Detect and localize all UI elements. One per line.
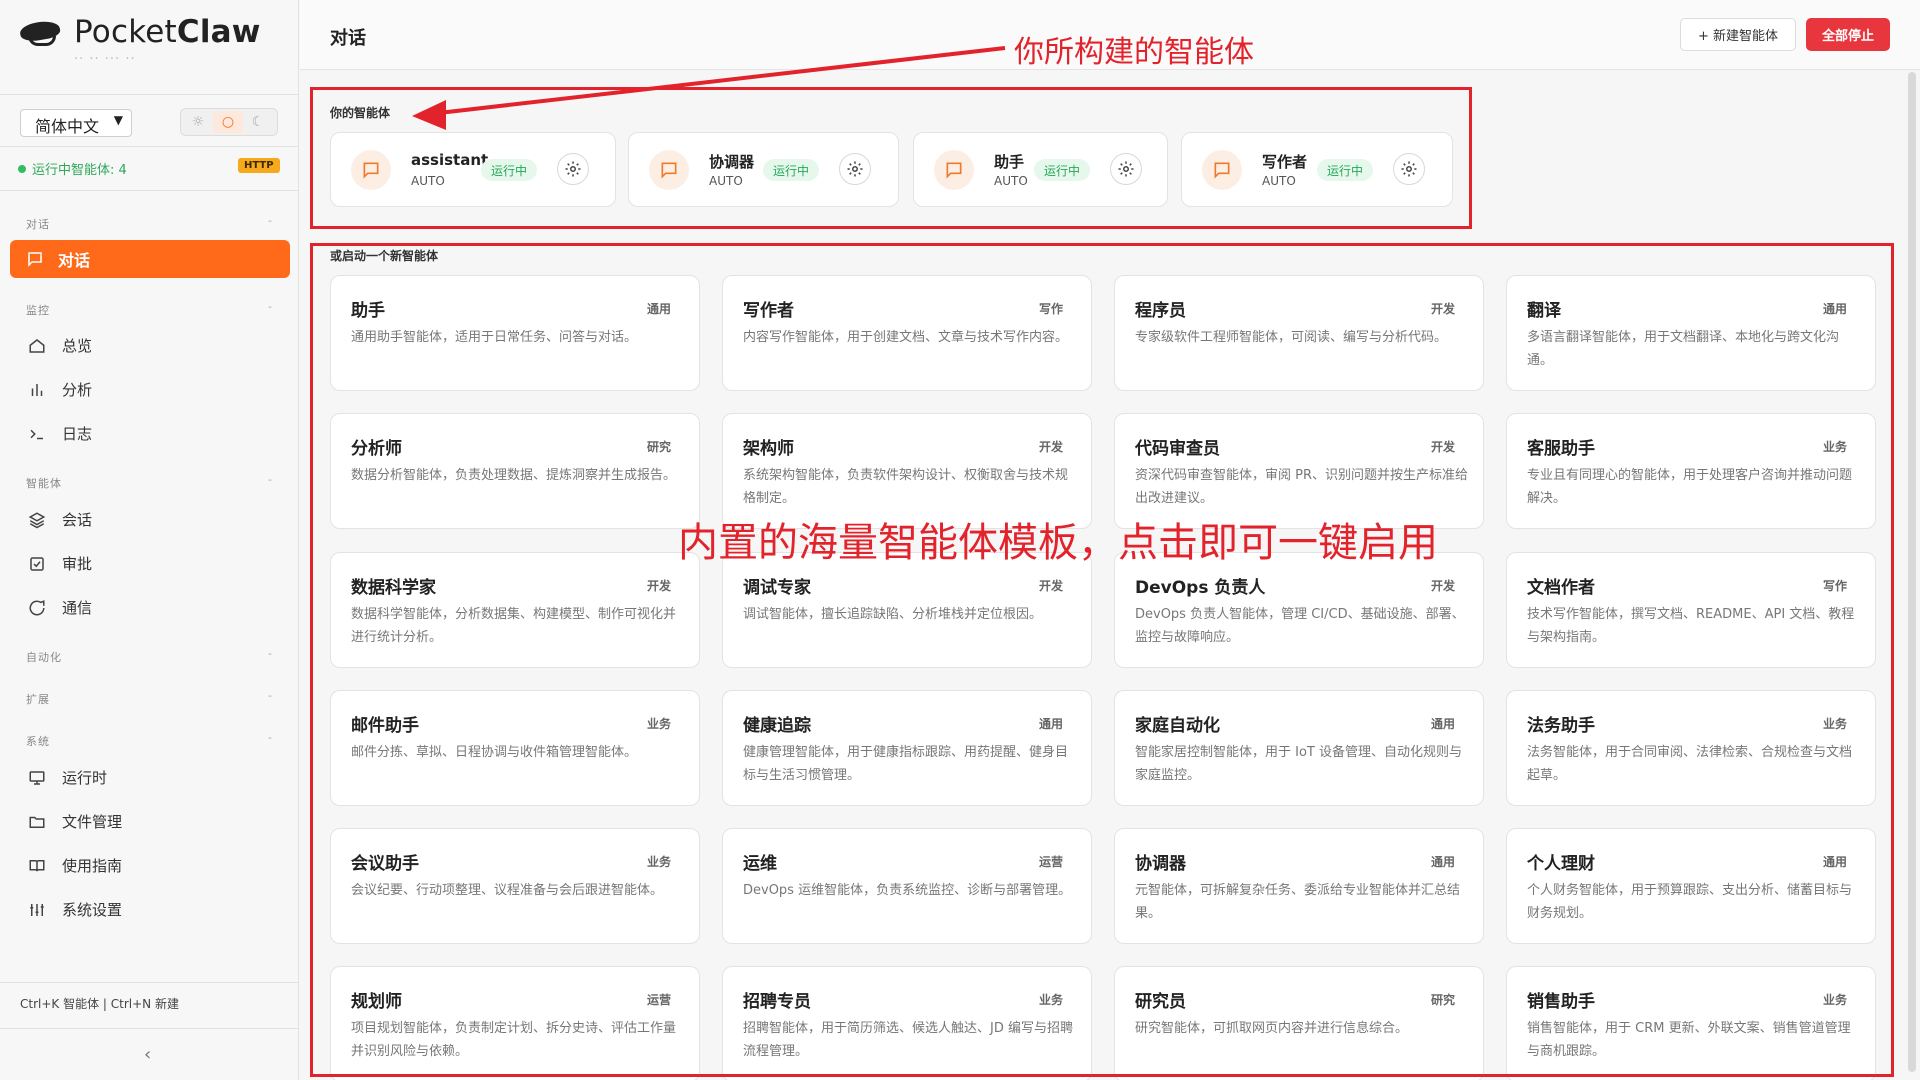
annotation-text-templates: 内置的海量智能体模板，点击即可一键启用 bbox=[678, 520, 1438, 566]
annotation-text-agents: 你所构建的智能体 bbox=[1014, 35, 1254, 70]
